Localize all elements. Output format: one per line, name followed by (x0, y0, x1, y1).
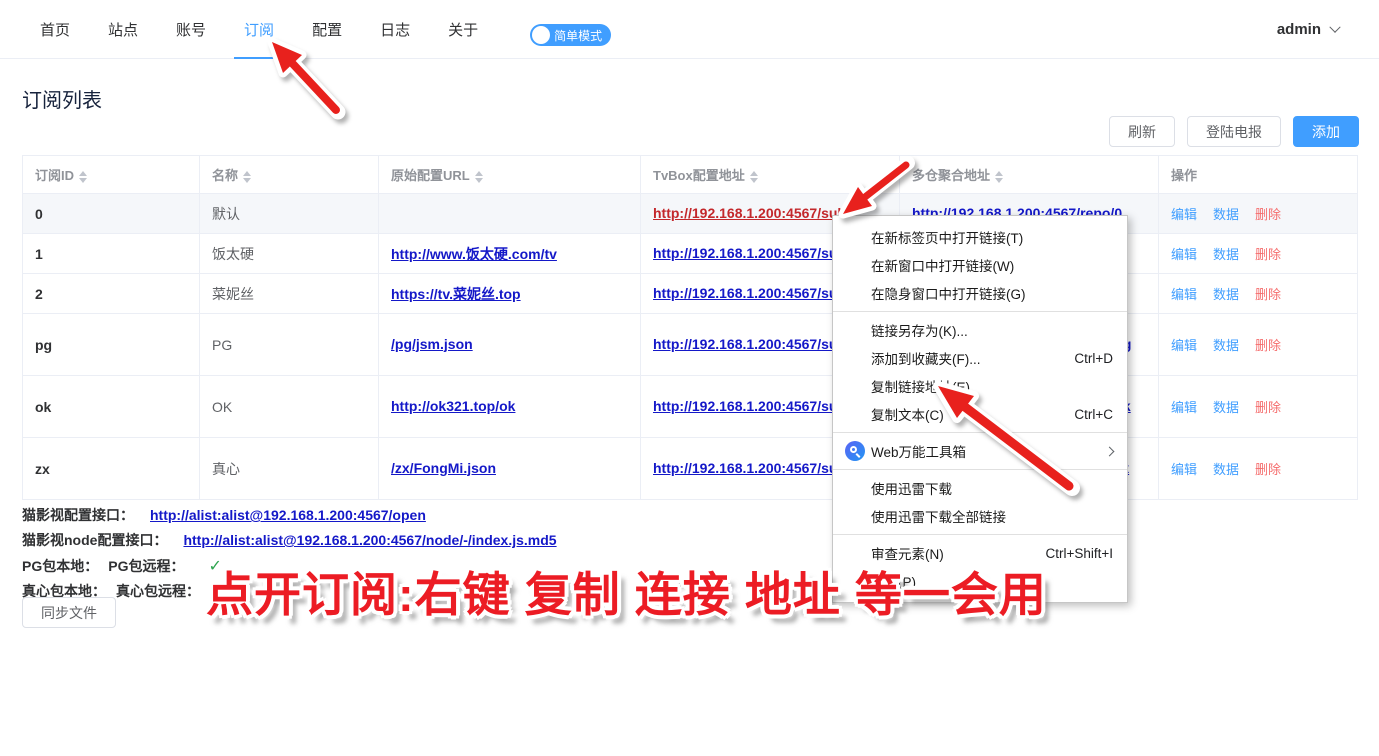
simple-mode-toggle[interactable]: 简单模式 (530, 24, 611, 46)
menu-item-open-new-tab[interactable]: 在新标签页中打开链接(T) (833, 223, 1127, 251)
data-link[interactable]: 数据 (1213, 338, 1239, 353)
toggle-label: 简单模式 (554, 27, 602, 44)
menu-separator (833, 534, 1127, 535)
menu-item-save-link-as[interactable]: 链接另存为(K)... (833, 316, 1127, 344)
edit-link[interactable]: 编辑 (1171, 462, 1197, 477)
telegram-login-button[interactable]: 登陆电报 (1187, 116, 1281, 147)
menu-item-copy-text[interactable]: 复制文本(C)Ctrl+C (833, 400, 1127, 428)
data-link[interactable]: 数据 (1213, 400, 1239, 415)
menu-separator (833, 311, 1127, 312)
menu-item-thunder-download[interactable]: 使用迅雷下载 (833, 474, 1127, 502)
source-link[interactable]: /pg/jsm.json (391, 336, 473, 352)
table-row: pg PG /pg/jsm.json http://192.168.1.200:… (23, 314, 1358, 376)
header-repo-url[interactable]: 多仓聚合地址 (900, 156, 1159, 194)
sort-icon (750, 171, 758, 183)
delete-link[interactable]: 删除 (1255, 287, 1281, 302)
data-link[interactable]: 数据 (1213, 247, 1239, 262)
toolbar: 刷新 登陆电报 添加 (1109, 116, 1359, 147)
nav-item-config[interactable]: 配置 (312, 0, 342, 59)
context-menu: 在新标签页中打开链接(T) 在新窗口中打开链接(W) 在隐身窗口中打开链接(G)… (832, 215, 1128, 603)
delete-link[interactable]: 删除 (1255, 338, 1281, 353)
data-link[interactable]: 数据 (1213, 462, 1239, 477)
menu-item-open-incognito[interactable]: 在隐身窗口中打开链接(G) (833, 279, 1127, 307)
sort-icon (79, 171, 87, 183)
menu-item-web-toolbox[interactable]: Web万能工具箱 (833, 437, 1127, 465)
delete-link[interactable]: 删除 (1255, 462, 1281, 477)
page-title: 订阅列表 (22, 84, 102, 113)
refresh-button[interactable]: 刷新 (1109, 116, 1175, 147)
delete-link[interactable]: 删除 (1255, 247, 1281, 262)
edit-link[interactable]: 编辑 (1171, 247, 1197, 262)
source-link[interactable]: /zx/FongMi.json (391, 460, 496, 476)
nav-item-about[interactable]: 关于 (448, 0, 478, 59)
edit-link[interactable]: 编辑 (1171, 400, 1197, 415)
toggle-knob-icon (532, 26, 550, 44)
source-link[interactable]: http://www.饭太硬.com/tv (391, 246, 557, 262)
sort-icon (475, 171, 483, 183)
subscription-table: 订阅ID 名称 原始配置URL TvBox配置地址 多仓聚合地址 操作 0 默认… (22, 155, 1358, 500)
submenu-chevron-icon (1105, 446, 1115, 456)
user-name: admin (1277, 21, 1321, 38)
table-row: 2 菜妮丝 https://tv.菜妮丝.top http://192.168.… (23, 274, 1358, 314)
header-actions: 操作 (1159, 156, 1358, 194)
table-header-row: 订阅ID 名称 原始配置URL TvBox配置地址 多仓聚合地址 操作 (23, 156, 1358, 194)
nav-item-subscriptions[interactable]: 订阅 (244, 0, 274, 59)
table-row: 0 默认 http://192.168.1.200:4567/sub/0 htt… (23, 194, 1358, 234)
nav-item-logs[interactable]: 日志 (380, 0, 410, 59)
header-sub-id[interactable]: 订阅ID (23, 156, 200, 194)
menu-item-add-bookmark[interactable]: 添加到收藏夹(F)...Ctrl+D (833, 344, 1127, 372)
delete-link[interactable]: 删除 (1255, 207, 1281, 222)
table-row: zx 真心 /zx/FongMi.json http://192.168.1.2… (23, 438, 1358, 500)
header-name[interactable]: 名称 (200, 156, 379, 194)
tvbox-link[interactable]: http://192.168.1.200:4567/sub/2 (653, 285, 858, 301)
app-window: 首页 站点 账号 订阅 配置 日志 关于 简单模式 admin 订阅列表 刷新 … (0, 0, 1379, 756)
menu-separator (833, 469, 1127, 470)
edit-link[interactable]: 编辑 (1171, 207, 1197, 222)
edit-link[interactable]: 编辑 (1171, 287, 1197, 302)
chevron-down-icon (1329, 21, 1340, 32)
table-row: ok OK http://ok321.top/ok http://192.168… (23, 376, 1358, 438)
edit-link[interactable]: 编辑 (1171, 338, 1197, 353)
menu-item-thunder-download-all[interactable]: 使用迅雷下载全部链接 (833, 502, 1127, 530)
delete-link[interactable]: 删除 (1255, 400, 1281, 415)
pg-package-line: PG包本地：PG包远程：✓ (22, 556, 222, 576)
menu-item-open-new-window[interactable]: 在新窗口中打开链接(W) (833, 251, 1127, 279)
tvbox-link[interactable]: http://192.168.1.200:4567/sub/1 (653, 245, 858, 261)
nav-item-accounts[interactable]: 账号 (176, 0, 206, 59)
nav-item-home[interactable]: 首页 (40, 0, 70, 59)
nav-item-sites[interactable]: 站点 (108, 0, 138, 59)
sync-files-button[interactable]: 同步文件 (22, 597, 116, 628)
user-menu[interactable]: admin (1277, 0, 1339, 59)
table-row: 1 饭太硬 http://www.饭太硬.com/tv http://192.1… (23, 234, 1358, 274)
header-source-url[interactable]: 原始配置URL (379, 156, 641, 194)
source-link[interactable]: http://ok321.top/ok (391, 398, 515, 414)
catvod-config-link[interactable]: http://alist:alist@192.168.1.200:4567/op… (150, 507, 426, 523)
menu-separator (833, 432, 1127, 433)
sort-icon (243, 171, 251, 183)
web-toolbox-icon (845, 441, 865, 461)
catvod-node-config-line: 猫影视node配置接口：http://alist:alist@192.168.1… (22, 530, 557, 550)
add-button[interactable]: 添加 (1293, 116, 1359, 147)
tvbox-link[interactable]: http://192.168.1.200:4567/sub/0 (653, 205, 858, 221)
data-link[interactable]: 数据 (1213, 287, 1239, 302)
catvod-node-config-link[interactable]: http://alist:alist@192.168.1.200:4567/no… (183, 532, 556, 548)
annotation-big-text: 点开订阅:右键 复制 连接 地址 等一会用 (206, 556, 1047, 625)
sort-icon (995, 171, 1003, 183)
menu-item-copy-link-address[interactable]: 复制链接地址(E) (833, 372, 1127, 400)
data-link[interactable]: 数据 (1213, 207, 1239, 222)
source-link[interactable]: https://tv.菜妮丝.top (391, 286, 521, 302)
header-tvbox-url[interactable]: TvBox配置地址 (641, 156, 900, 194)
top-navbar: 首页 站点 账号 订阅 配置 日志 关于 简单模式 admin (0, 0, 1379, 59)
catvod-config-line: 猫影视配置接口：http://alist:alist@192.168.1.200… (22, 505, 426, 525)
